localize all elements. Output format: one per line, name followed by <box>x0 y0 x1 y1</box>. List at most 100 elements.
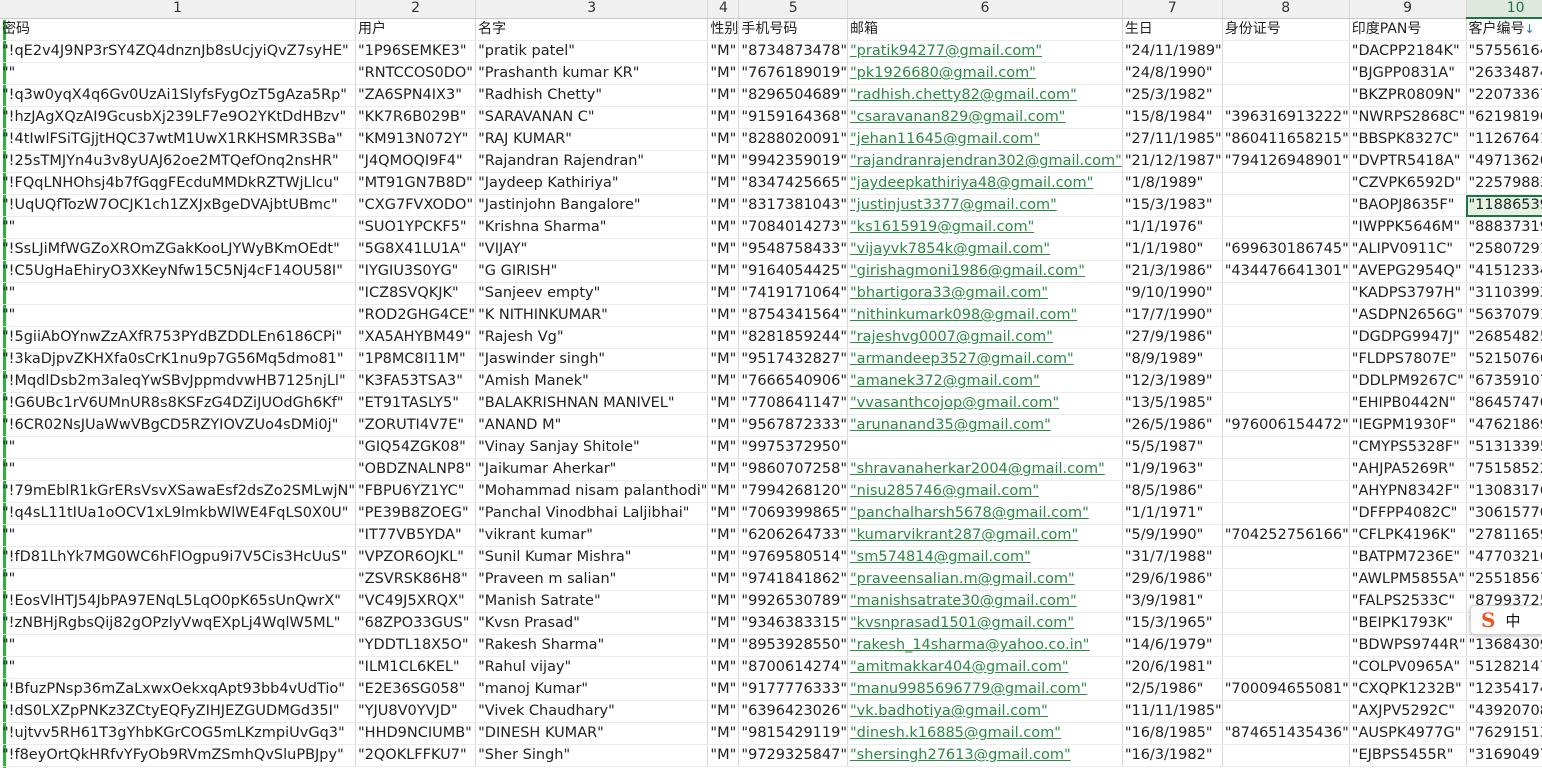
table-cell[interactable]: "ANAND M" <box>475 414 709 437</box>
table-cell[interactable]: "M" <box>707 128 740 151</box>
table-cell[interactable]: "136843097" <box>1466 634 1542 657</box>
table-cell[interactable]: "311039933" <box>1466 282 1542 305</box>
table-cell[interactable]: "!BfuzPNsp36mZaLxwxOekxqApt93bb4vUdTio" <box>0 678 356 701</box>
table-cell[interactable]: "M" <box>707 370 740 393</box>
table-cell[interactable]: "kumarvikrant287@gmail.com" <box>847 524 1123 547</box>
table-cell[interactable]: "Vinay Sanjay Shitole" <box>475 436 709 459</box>
table-cell[interactable]: "FBPU6YZ1YC" <box>355 480 477 503</box>
field-header-cell[interactable]: 生日 <box>1122 18 1223 41</box>
table-cell[interactable]: "268548252" <box>1466 326 1542 349</box>
table-cell[interactable]: "sm574814@gmail.com" <box>847 546 1123 569</box>
table-cell[interactable]: "673591078" <box>1466 370 1542 393</box>
table-cell[interactable] <box>1222 172 1350 195</box>
table-cell[interactable]: "12/3/1989" <box>1122 370 1223 393</box>
table-cell[interactable]: "!qE2v4J9NP3rSY4ZQ4dnznJb8sUcjyiQvZ7syHE… <box>0 40 356 63</box>
column-header-5[interactable]: 5 <box>738 0 849 19</box>
table-cell[interactable]: "Amish Manek" <box>475 370 709 393</box>
table-cell[interactable]: "17/7/1990" <box>1122 304 1223 327</box>
table-cell[interactable]: "manoj Kumar" <box>475 678 709 701</box>
table-cell[interactable]: "bhartigora33@gmail.com" <box>847 282 1123 305</box>
table-cell[interactable]: "306157708" <box>1466 502 1542 525</box>
table-cell[interactable]: "!q3w0yqX4q6Gv0UzAi1SlyfsFygOzT5gAza5Rp" <box>0 84 356 107</box>
table-cell[interactable]: "BDWPS9744R" <box>1349 634 1467 657</box>
table-cell[interactable]: "26/5/1986" <box>1122 414 1223 437</box>
table-cell[interactable] <box>1222 282 1350 305</box>
table-cell[interactable]: "K NITHINKUMAR" <box>475 304 709 327</box>
table-cell[interactable]: "258072916" <box>1466 238 1542 261</box>
table-cell[interactable] <box>1222 590 1350 613</box>
table-cell[interactable]: "!6CR02NsJUaWwVBgCD5RZYIOVZUo4sDMi0j" <box>0 414 356 437</box>
table-cell[interactable]: "Kvsn Prasad" <box>475 612 709 635</box>
table-cell[interactable]: "1/1/1971" <box>1122 502 1223 525</box>
table-cell[interactable]: "K3FA53TSA3" <box>355 370 477 393</box>
table-cell[interactable]: "7708641147" <box>738 392 849 415</box>
table-cell[interactable]: "DGDPG9947J" <box>1349 326 1467 349</box>
table-cell[interactable]: "9942359019" <box>738 150 849 173</box>
table-cell[interactable]: "dinesh.k16885@gmail.com" <box>847 722 1123 745</box>
table-cell[interactable]: "M" <box>707 348 740 371</box>
table-cell[interactable]: "512821471" <box>1466 656 1542 679</box>
table-cell[interactable]: "513133956" <box>1466 436 1542 459</box>
field-header-cell[interactable]: 身份证号 <box>1222 18 1350 41</box>
ime-indicator[interactable]: S 中 <box>1470 605 1542 635</box>
column-header-9[interactable]: 9 <box>1349 0 1467 19</box>
table-cell[interactable] <box>1222 370 1350 393</box>
table-cell[interactable] <box>1222 568 1350 591</box>
table-cell[interactable]: "9517432827" <box>738 348 849 371</box>
table-cell[interactable]: "BEIPK1793K" <box>1349 612 1467 635</box>
table-cell[interactable]: "KADPS3797H" <box>1349 282 1467 305</box>
table-cell[interactable]: "NWRPS2868C" <box>1349 106 1467 129</box>
table-cell[interactable]: "Sunil Kumar Mishra" <box>475 546 709 569</box>
table-cell[interactable]: "M" <box>707 502 740 525</box>
table-cell[interactable]: "!q4sL11tIUa1oOCV1xL9lmkbWlWE4FqLS0X0U" <box>0 502 356 525</box>
column-header-1[interactable]: 1 <box>0 0 356 19</box>
table-cell[interactable]: "874651435436" <box>1222 722 1350 745</box>
table-cell[interactable]: "9567872333" <box>738 414 849 437</box>
table-cell[interactable]: "762915139" <box>1466 722 1542 745</box>
table-cell[interactable]: "Prashanth kumar KR" <box>475 62 709 85</box>
table-cell[interactable]: "Jaydeep Kathiriya" <box>475 172 709 195</box>
table-cell[interactable]: "14/6/1979" <box>1122 634 1223 657</box>
field-header-cell[interactable]: 性别 <box>707 18 740 41</box>
table-cell[interactable]: "shersingh27613@gmail.com" <box>847 744 1123 767</box>
table-cell[interactable]: "7676189019" <box>738 62 849 85</box>
table-cell[interactable]: "M" <box>707 238 740 261</box>
table-cell[interactable]: "IWPPK5646M" <box>1349 216 1467 239</box>
table-cell[interactable]: "!3kaDjpvZKHXfa0sCrK1nu9p7G56Mq5dmo81" <box>0 348 356 371</box>
table-cell[interactable]: "7084014273" <box>738 216 849 239</box>
table-cell[interactable]: "BATPM7236E" <box>1349 546 1467 569</box>
table-cell[interactable]: "praveensalian.m@gmail.com" <box>847 568 1123 591</box>
table-cell[interactable]: "KK7R6B029B" <box>355 106 477 129</box>
table-cell[interactable]: "" <box>0 436 356 459</box>
table-cell[interactable]: "radhish.chetty82@gmail.com" <box>847 84 1123 107</box>
table-cell[interactable]: "CXQPK1232B" <box>1349 678 1467 701</box>
table-cell[interactable]: "DVPTR5418A" <box>1349 150 1467 173</box>
table-cell[interactable]: "E2E36SG058" <box>355 678 477 701</box>
table-cell[interactable]: "Radhish Chetty" <box>475 84 709 107</box>
table-cell[interactable]: "118865398" <box>1466 194 1542 217</box>
table-cell[interactable]: "M" <box>707 40 740 63</box>
table-cell[interactable] <box>847 436 1123 459</box>
table-cell[interactable]: "CXG7FVXODO" <box>355 194 477 217</box>
table-cell[interactable]: "panchalharsh5678@gmail.com" <box>847 502 1123 525</box>
table-cell[interactable]: "255185674" <box>1466 568 1542 591</box>
table-cell[interactable]: "Jaikumar Aherkar" <box>475 458 709 481</box>
table-cell[interactable]: "M" <box>707 216 740 239</box>
table-cell[interactable]: "8/5/1986" <box>1122 480 1223 503</box>
table-cell[interactable]: "1/1/1976" <box>1122 216 1223 239</box>
table-cell[interactable]: "864574701" <box>1466 392 1542 415</box>
table-cell[interactable]: "9741841862" <box>738 568 849 591</box>
table-cell[interactable]: "9860707258" <box>738 458 849 481</box>
table-cell[interactable]: "rajandranrajendran302@gmail.com" <box>847 150 1123 173</box>
table-cell[interactable] <box>1222 40 1350 63</box>
table-cell[interactable]: "31/7/1988" <box>1122 546 1223 569</box>
table-cell[interactable]: "ZSVRSK86H8" <box>355 568 477 591</box>
table-cell[interactable]: "699630186745" <box>1222 238 1350 261</box>
table-cell[interactable]: "15/3/1965" <box>1122 612 1223 635</box>
table-cell[interactable]: "8700614274" <box>738 656 849 679</box>
table-cell[interactable]: "CFLPK4196K" <box>1349 524 1467 547</box>
column-header-4[interactable]: 4 <box>707 0 740 19</box>
table-cell[interactable]: "ICZ8SVQKJK" <box>355 282 477 305</box>
table-cell[interactable]: "pratik94277@gmail.com" <box>847 40 1123 63</box>
table-cell[interactable]: "GIQ54ZGK08" <box>355 436 477 459</box>
